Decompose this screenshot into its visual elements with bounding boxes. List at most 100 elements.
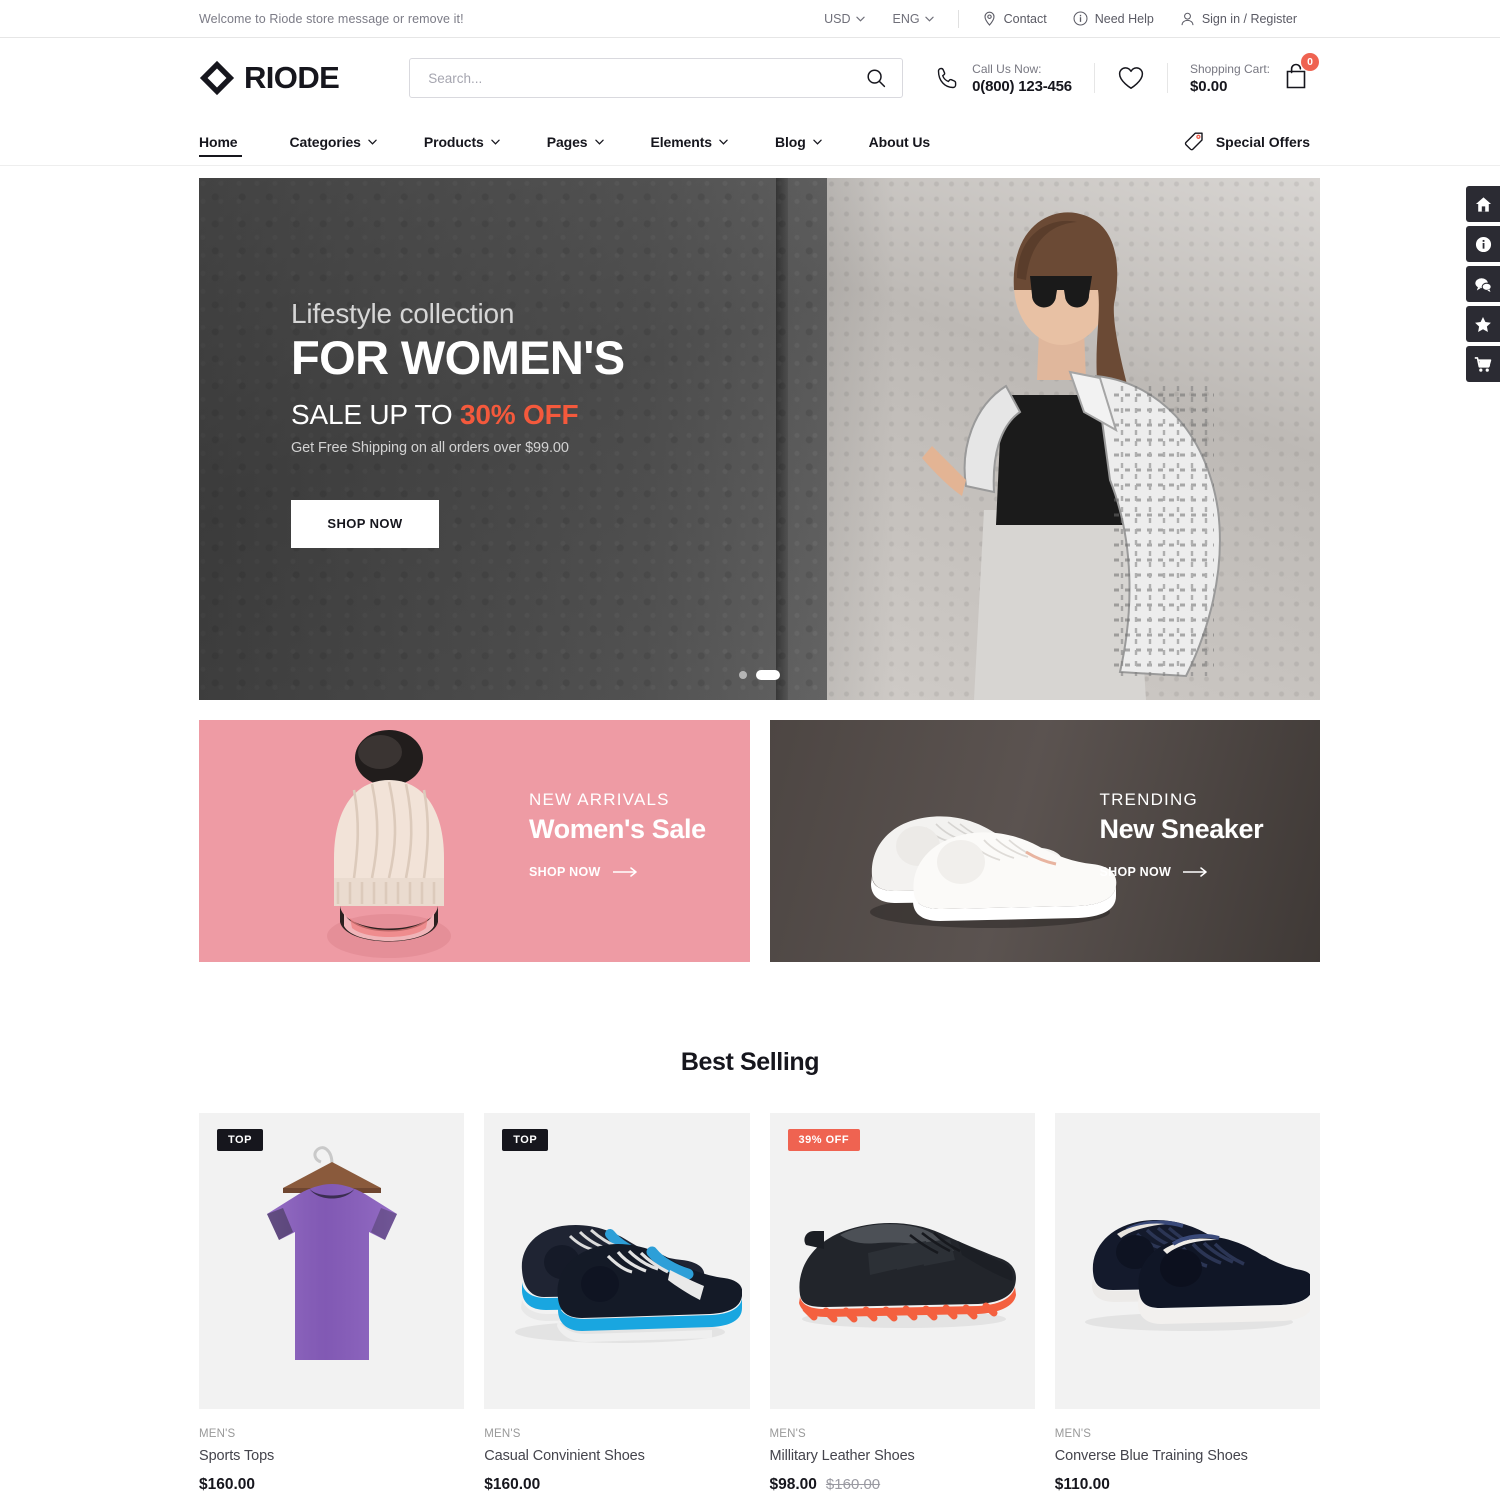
product-name[interactable]: Sports Tops bbox=[199, 1448, 464, 1464]
promo-shop-now-link[interactable]: SHOP NOW bbox=[1100, 865, 1264, 879]
promo-cta-label: SHOP NOW bbox=[529, 865, 601, 879]
hero-shop-now-button[interactable]: SHOP NOW bbox=[291, 499, 439, 548]
hero-slider[interactable]: Lifestyle collection FOR WOMEN'S SALE UP… bbox=[199, 178, 1320, 700]
nav-item-pages[interactable]: Pages bbox=[547, 134, 628, 150]
arrow-right-icon bbox=[1183, 867, 1207, 877]
nav-item-home[interactable]: Home bbox=[199, 134, 262, 157]
chevron-down-icon bbox=[491, 139, 500, 145]
hero-dot-2[interactable] bbox=[756, 670, 780, 680]
divider bbox=[1166, 63, 1168, 93]
search-bar[interactable] bbox=[409, 58, 904, 98]
call-us-block[interactable]: Call Us Now: 0(800) 123-456 bbox=[935, 61, 1072, 95]
promo-eyebrow: NEW ARRIVALS bbox=[529, 790, 670, 809]
call-label: Call Us Now: bbox=[972, 62, 1042, 77]
cart-label: Shopping Cart: bbox=[1189, 62, 1270, 77]
special-offers-link[interactable]: Special Offers bbox=[1182, 130, 1310, 154]
product-category: MEN'S bbox=[484, 1428, 521, 1440]
blue-running-shoes-image bbox=[514, 1224, 742, 1343]
product-name[interactable]: Converse Blue Training Shoes bbox=[1055, 1448, 1320, 1464]
promo-banners: NEW ARRIVALS Women's Sale SHOP NOW TREND… bbox=[199, 720, 1320, 962]
top-bar-right: USD ENG Contact Need Help Sign in / Regi… bbox=[810, 9, 1310, 28]
header-right: Call Us Now: 0(800) 123-456 Shopping Car… bbox=[935, 52, 1319, 96]
account-link[interactable]: Sign in / Register bbox=[1167, 11, 1310, 27]
product-price: $98.00 $160.00 bbox=[770, 1476, 1035, 1494]
need-help-label: Need Help bbox=[1094, 11, 1154, 26]
nav-item-elements[interactable]: Elements bbox=[651, 134, 752, 150]
product-card: TOP MEN'S Sports Tops $160.00 bbox=[199, 1113, 465, 1500]
tag-icon bbox=[1184, 132, 1203, 150]
hero-title: FOR WOMEN'S bbox=[291, 331, 625, 384]
home-button[interactable] bbox=[1466, 186, 1500, 222]
wishlist-button[interactable] bbox=[1466, 306, 1500, 342]
tshirt-image bbox=[266, 1146, 397, 1360]
currency-label: USD bbox=[824, 11, 851, 26]
promo-banner-new-sneaker[interactable]: TRENDING New Sneaker SHOP NOW bbox=[769, 720, 1320, 962]
cart-icon-wrapper: 0 bbox=[1282, 52, 1319, 96]
winter-hat-image bbox=[327, 730, 451, 958]
search-icon bbox=[867, 69, 886, 88]
military-leather-shoe-image bbox=[799, 1222, 1017, 1328]
product-badge: TOP bbox=[502, 1129, 549, 1151]
special-offers-label: Special Offers bbox=[1215, 133, 1310, 150]
location-pin-icon bbox=[984, 11, 995, 26]
promo-title: Women's Sale bbox=[529, 814, 706, 844]
product-image[interactable]: 39% OFF bbox=[769, 1113, 1035, 1409]
promo-cta-label: SHOP NOW bbox=[1099, 865, 1172, 879]
hero-subtitle: Get Free Shipping on all orders over $99… bbox=[291, 439, 569, 456]
product-price: $160.00 bbox=[484, 1476, 749, 1494]
nav-item-blog[interactable]: Blog bbox=[775, 134, 846, 150]
best-selling-title: Best Selling bbox=[680, 1048, 820, 1076]
heart-icon bbox=[1118, 67, 1144, 89]
hero-dot-1[interactable] bbox=[739, 671, 747, 679]
product-price: $110.00 bbox=[1055, 1476, 1320, 1494]
search-input[interactable] bbox=[428, 70, 865, 86]
search-button[interactable] bbox=[864, 68, 888, 88]
hero-content: Lifestyle collection FOR WOMEN'S SALE UP… bbox=[291, 298, 625, 548]
cart-icon bbox=[1474, 356, 1492, 372]
chat-button[interactable] bbox=[1466, 266, 1500, 302]
divider bbox=[957, 9, 959, 28]
user-icon bbox=[1181, 12, 1194, 25]
product-category: MEN'S bbox=[769, 1428, 806, 1440]
hero-eyebrow: Lifestyle collection bbox=[291, 298, 515, 329]
nav-item-products[interactable]: Products bbox=[424, 134, 524, 150]
info-button[interactable] bbox=[1466, 226, 1500, 262]
wishlist-button[interactable] bbox=[1117, 65, 1145, 91]
product-image[interactable] bbox=[1054, 1113, 1320, 1409]
product-image[interactable]: TOP bbox=[484, 1113, 750, 1409]
contact-link[interactable]: Contact bbox=[969, 11, 1060, 27]
currency-selector[interactable]: USD bbox=[810, 12, 878, 26]
hero-pagination[interactable] bbox=[199, 670, 1320, 680]
nav-label: Blog bbox=[774, 133, 806, 150]
welcome-message: Welcome to Riode store message or remove… bbox=[199, 11, 464, 26]
nav-item-about-us[interactable]: About Us bbox=[869, 134, 954, 150]
chevron-down-icon bbox=[368, 139, 377, 145]
product-image[interactable]: TOP bbox=[199, 1113, 465, 1409]
logo[interactable]: RIODE bbox=[199, 60, 340, 96]
product-card: MEN'S Converse Blue Training Shoes $110.… bbox=[1054, 1113, 1320, 1500]
nav-label: Pages bbox=[546, 133, 588, 150]
cart-count-badge: 0 bbox=[1301, 52, 1319, 71]
language-selector[interactable]: ENG bbox=[879, 12, 948, 26]
need-help-link[interactable]: Need Help bbox=[1060, 11, 1167, 26]
chevron-down-icon bbox=[594, 139, 604, 145]
promo-shop-now-link[interactable]: SHOP NOW bbox=[529, 865, 706, 879]
cart-amount: $0.00 bbox=[1189, 77, 1228, 95]
diamond-logo-icon bbox=[199, 60, 235, 96]
product-name[interactable]: Casual Convinient Shoes bbox=[484, 1448, 749, 1464]
price-original: $160.00 bbox=[825, 1476, 881, 1493]
product-price: $160.00 bbox=[199, 1476, 464, 1494]
nav-label: Elements bbox=[650, 133, 713, 150]
nav-item-categories[interactable]: Categories bbox=[290, 134, 401, 150]
promo-banner-womens-sale[interactable]: NEW ARRIVALS Women's Sale SHOP NOW bbox=[199, 720, 750, 962]
home-icon bbox=[1475, 196, 1491, 212]
cart-button-rail[interactable] bbox=[1466, 346, 1500, 382]
info-icon bbox=[1475, 236, 1491, 252]
nav-label: Products bbox=[423, 133, 484, 150]
converse-blue-shoes-image bbox=[1084, 1219, 1310, 1331]
divider bbox=[1093, 63, 1095, 93]
nav-label: About Us bbox=[868, 133, 931, 150]
product-name[interactable]: Millitary Leather Shoes bbox=[770, 1448, 1035, 1464]
star-icon bbox=[1475, 316, 1491, 332]
cart-button[interactable]: Shopping Cart: $0.00 0 bbox=[1189, 52, 1319, 96]
